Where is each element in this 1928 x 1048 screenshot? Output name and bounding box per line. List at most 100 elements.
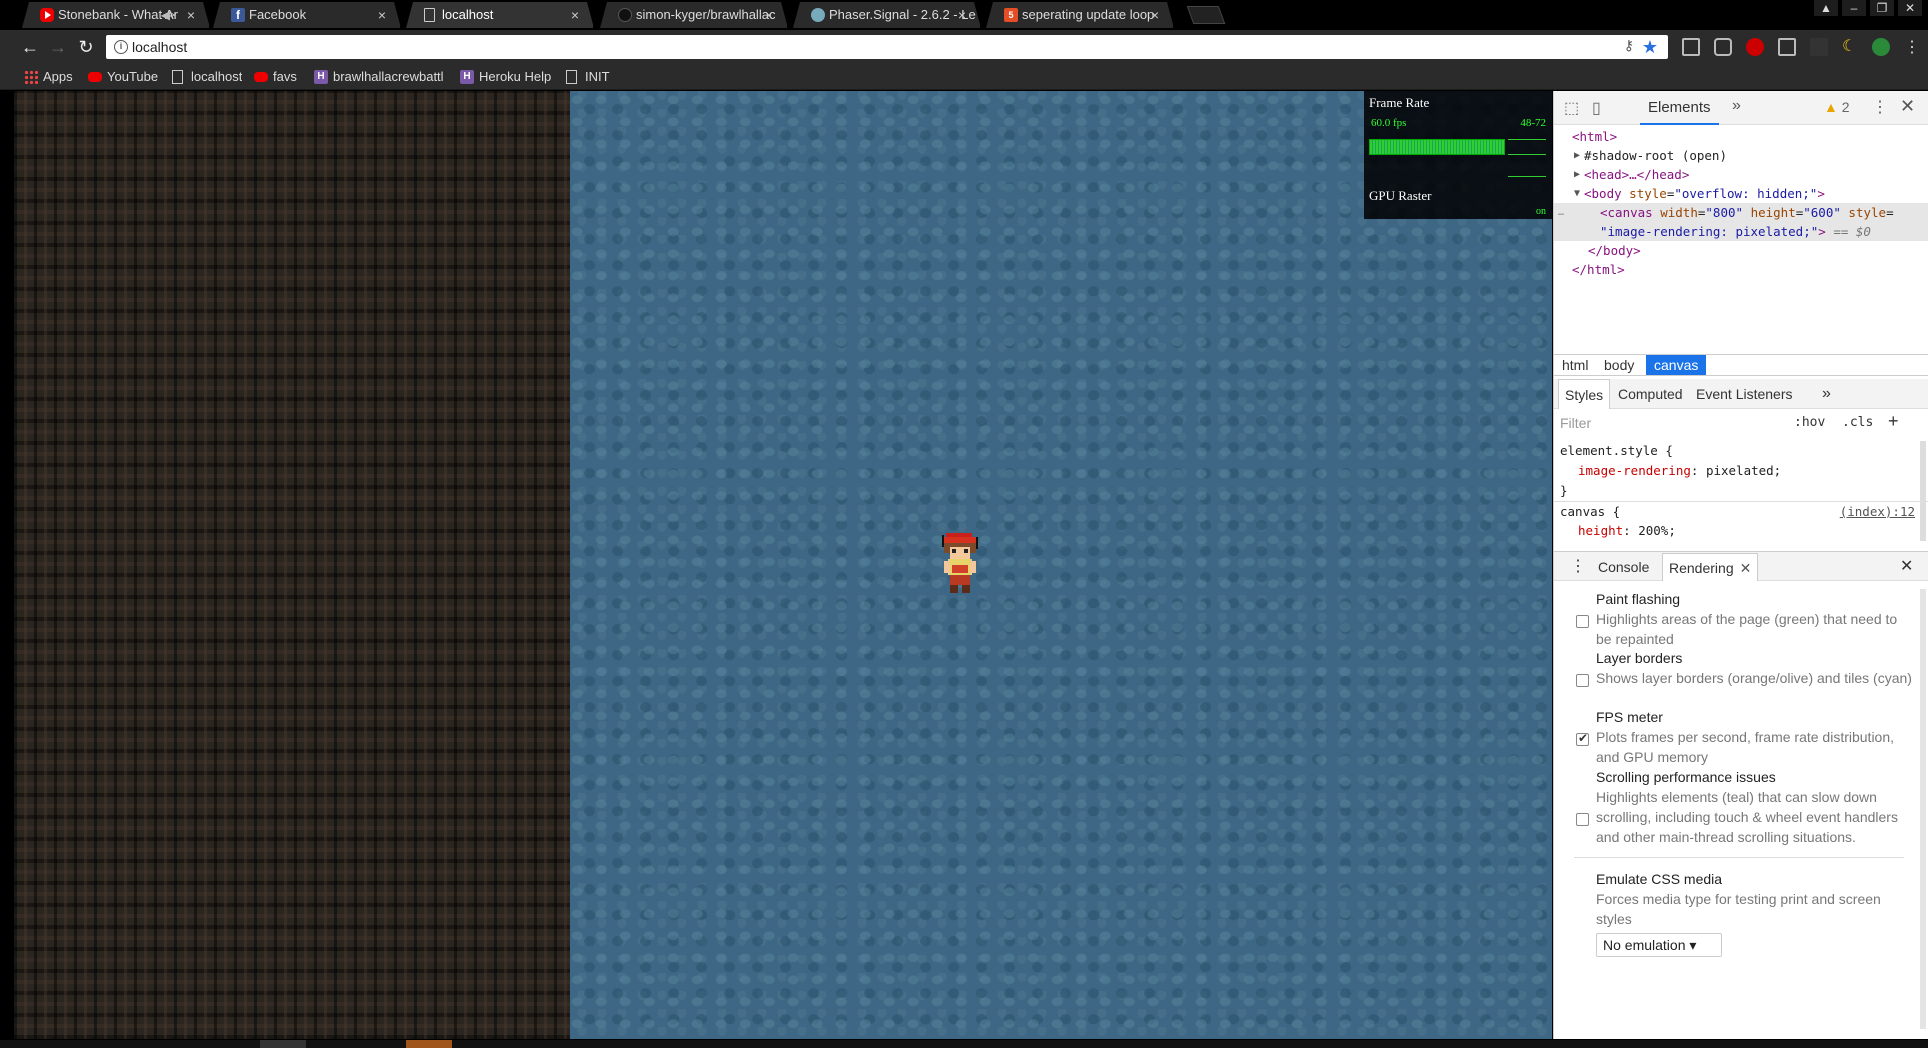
dom-node-body[interactable]: ▼ <body style="overflow: hidden;"> bbox=[1554, 184, 1928, 203]
dom-node-body-close[interactable]: </body> bbox=[1554, 241, 1928, 260]
close-window-icon[interactable]: ✕ bbox=[1898, 0, 1922, 16]
tab-rendering[interactable]: Rendering ✕ bbox=[1662, 553, 1759, 581]
rule-declaration[interactable]: height: 200%; bbox=[1554, 521, 1928, 541]
fps-range: 48-72 bbox=[1520, 117, 1546, 129]
device-toggle-icon[interactable]: ▯ bbox=[1592, 98, 1601, 118]
ellipsis-icon[interactable]: … bbox=[1558, 203, 1564, 222]
more-tabs-icon[interactable]: » bbox=[1816, 379, 1837, 409]
dom-node-html[interactable]: <html> bbox=[1554, 127, 1928, 146]
moon-icon[interactable]: ☾ bbox=[1842, 38, 1860, 56]
bookmark-init[interactable]: INIT bbox=[566, 64, 610, 90]
tab-facebook[interactable]: f Facebook × bbox=[213, 2, 401, 28]
warnings-badge[interactable]: ▲ 2 bbox=[1824, 99, 1850, 115]
minimize-icon[interactable]: – bbox=[1842, 0, 1866, 16]
close-icon[interactable]: × bbox=[378, 2, 386, 28]
tab-elements[interactable]: Elements bbox=[1640, 91, 1719, 125]
maximize-icon[interactable]: ❐ bbox=[1870, 0, 1894, 16]
source-link[interactable]: (index):12 bbox=[1840, 502, 1915, 522]
close-icon[interactable]: × bbox=[958, 2, 966, 28]
close-icon[interactable]: × bbox=[571, 2, 579, 28]
gpu-raster-state: on bbox=[1536, 206, 1546, 217]
rule-declaration[interactable]: image-rendering: pixelated; bbox=[1554, 461, 1928, 481]
tab-computed[interactable]: Computed bbox=[1612, 379, 1689, 409]
github-icon bbox=[618, 8, 632, 22]
class-toggle[interactable]: .cls bbox=[1842, 415, 1873, 430]
new-rule-icon[interactable]: + bbox=[1888, 411, 1899, 432]
youtube-icon bbox=[40, 8, 54, 22]
more-tabs-icon[interactable]: » bbox=[1732, 97, 1741, 115]
bookmark-heroku-help[interactable]: H Heroku Help bbox=[460, 64, 551, 90]
info-icon[interactable]: i bbox=[114, 40, 128, 54]
styles-filter-input[interactable]: Filter bbox=[1560, 415, 1591, 431]
address-bar[interactable]: i localhost ⚷ ★ bbox=[106, 35, 1668, 59]
tab-stonebank[interactable]: Stonebank - What Ar ◀× × bbox=[22, 2, 210, 28]
taskbar-item[interactable] bbox=[406, 1040, 452, 1048]
tab-console[interactable]: Console bbox=[1592, 553, 1655, 581]
tab-github[interactable]: simon-kyger/brawlhallac × bbox=[600, 2, 788, 28]
game-canvas[interactable] bbox=[570, 91, 1552, 1039]
bookmark-apps[interactable]: Apps bbox=[24, 64, 73, 90]
tab-localhost[interactable]: localhost × bbox=[406, 2, 594, 28]
menu-kebab-icon[interactable]: ⋮ bbox=[1904, 37, 1920, 57]
dom-node-html-close[interactable]: </html> bbox=[1554, 260, 1928, 279]
extension-camera-icon[interactable] bbox=[1714, 38, 1732, 56]
bookmark-brawlhalla[interactable]: H brawlhallacrewbattle bbox=[314, 64, 444, 90]
taskbar-item[interactable] bbox=[260, 1040, 306, 1048]
rendering-scrollbar[interactable] bbox=[1920, 589, 1926, 1029]
bookmark-star-icon[interactable]: ★ bbox=[1642, 35, 1658, 59]
reload-icon[interactable]: ↻ bbox=[74, 35, 98, 59]
close-icon[interactable]: × bbox=[765, 2, 773, 28]
paint-flashing-checkbox[interactable] bbox=[1576, 615, 1589, 628]
dom-node-shadow-root[interactable]: ▶ #shadow-root (open) bbox=[1554, 146, 1928, 165]
rule-selector[interactable]: element.style { bbox=[1554, 441, 1928, 461]
html5-icon: 5 bbox=[1004, 8, 1018, 22]
key-icon[interactable]: ⚷ bbox=[1624, 37, 1634, 54]
tab-phaser[interactable]: Phaser.Signal - 2.6.2 - Le × bbox=[793, 2, 981, 28]
fps-value: 60.0 fps bbox=[1371, 117, 1407, 129]
drawer-menu-icon[interactable]: ⋮ bbox=[1564, 553, 1592, 581]
bookmark-favs[interactable]: favs bbox=[254, 64, 297, 90]
media-emulation-select[interactable]: No emulation ▾ bbox=[1596, 933, 1722, 957]
bookmark-youtube[interactable]: YouTube bbox=[88, 64, 158, 90]
extension-grid-icon[interactable] bbox=[1682, 38, 1700, 56]
extension-glasses-icon[interactable] bbox=[1778, 38, 1796, 56]
dom-node-canvas[interactable]: … <canvas width="800" height="600" style= bbox=[1554, 203, 1928, 222]
tag-text: <canvas bbox=[1600, 205, 1653, 220]
hover-state-toggle[interactable]: :hov bbox=[1794, 415, 1825, 430]
user-icon[interactable]: ▲ bbox=[1814, 0, 1838, 16]
expand-arrow-icon[interactable]: ▶ bbox=[1574, 165, 1580, 184]
tab-stackoverflow[interactable]: 5 seperating update loop × bbox=[986, 2, 1174, 28]
extension-blank-icon[interactable] bbox=[1810, 38, 1828, 56]
dom-node-canvas-cont[interactable]: "image-rendering: pixelated;"> == $0 bbox=[1554, 222, 1928, 241]
extension-green-icon[interactable] bbox=[1872, 38, 1890, 56]
close-icon[interactable]: ✕ bbox=[1740, 560, 1752, 576]
scrolling-performance-checkbox[interactable] bbox=[1576, 813, 1589, 826]
dom-node-head[interactable]: ▶ <head>…</head> bbox=[1554, 165, 1928, 184]
divider bbox=[1574, 857, 1904, 858]
bookmark-localhost[interactable]: localhost bbox=[172, 64, 242, 90]
tab-styles[interactable]: Styles bbox=[1558, 379, 1611, 409]
styles-scrollbar[interactable] bbox=[1920, 441, 1926, 541]
breadcrumb-body[interactable]: body bbox=[1596, 355, 1642, 375]
close-drawer-icon[interactable]: ✕ bbox=[1894, 553, 1919, 581]
layer-borders-checkbox[interactable] bbox=[1576, 674, 1589, 687]
new-tab-button[interactable] bbox=[1186, 6, 1226, 24]
devtools-menu-icon[interactable]: ⋮ bbox=[1872, 97, 1888, 117]
speaker-muted-icon[interactable]: ◀× bbox=[161, 2, 177, 28]
breadcrumb-canvas[interactable]: canvas bbox=[1646, 355, 1707, 375]
back-arrow-icon[interactable]: ← bbox=[18, 35, 42, 59]
inspect-element-icon[interactable]: ⬚ bbox=[1564, 98, 1579, 118]
close-icon[interactable]: × bbox=[187, 2, 195, 28]
close-icon[interactable]: ✕ bbox=[1900, 96, 1915, 117]
collapse-arrow-icon[interactable]: ▼ bbox=[1574, 184, 1580, 203]
close-icon[interactable]: × bbox=[1151, 2, 1159, 28]
rule-selector[interactable]: canvas {(index):12 bbox=[1554, 501, 1928, 521]
fps-meter-checkbox[interactable] bbox=[1576, 731, 1589, 746]
tab-event-listeners[interactable]: Event Listeners bbox=[1690, 379, 1799, 409]
url-text[interactable]: localhost bbox=[132, 35, 187, 59]
adblock-icon[interactable] bbox=[1746, 38, 1764, 56]
tag-text: </html> bbox=[1572, 262, 1625, 277]
breadcrumb-html[interactable]: html bbox=[1554, 355, 1596, 375]
forward-arrow-icon[interactable]: → bbox=[46, 35, 70, 59]
expand-arrow-icon[interactable]: ▶ bbox=[1574, 146, 1580, 165]
